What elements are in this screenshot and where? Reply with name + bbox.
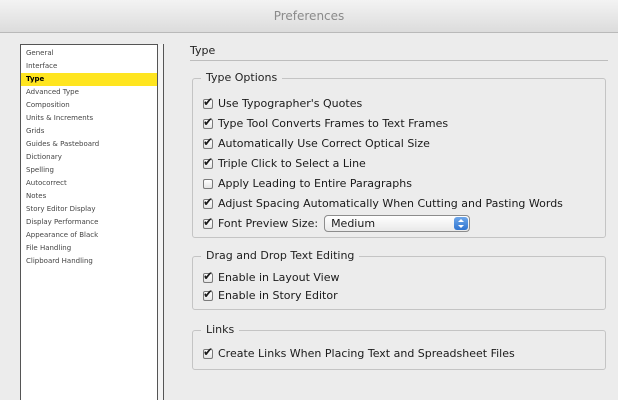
sidebar-item-composition[interactable]: Composition bbox=[21, 99, 157, 112]
triple-click-checkbox[interactable] bbox=[203, 155, 213, 169]
typographers-quotes-option[interactable]: Use Typographer's Quotes bbox=[203, 95, 363, 110]
triple-click-label: Triple Click to Select a Line bbox=[218, 157, 366, 170]
preferences-category-list[interactable]: General Interface Type Advanced Type Com… bbox=[20, 44, 158, 400]
adjust-spacing-label: Adjust Spacing Automatically When Cuttin… bbox=[218, 197, 563, 210]
sidebar-item-file-handling[interactable]: File Handling bbox=[21, 242, 157, 255]
typographers-quotes-label: Use Typographer's Quotes bbox=[218, 97, 363, 110]
enable-story-editor-label: Enable in Story Editor bbox=[218, 289, 338, 302]
type-tool-converts-label: Type Tool Converts Frames to Text Frames bbox=[218, 117, 449, 130]
enable-layout-view-option[interactable]: Enable in Layout View bbox=[203, 269, 340, 284]
category-list-scrollbar[interactable] bbox=[158, 44, 164, 400]
font-preview-size-label: Font Preview Size: bbox=[218, 217, 319, 230]
type-tool-converts-option[interactable]: Type Tool Converts Frames to Text Frames bbox=[203, 115, 449, 130]
apply-leading-option[interactable]: Apply Leading to Entire Paragraphs bbox=[203, 177, 412, 190]
links-legend: Links bbox=[201, 323, 240, 336]
panel-title-divider bbox=[190, 60, 608, 61]
font-preview-size-option[interactable]: Font Preview Size: Medium bbox=[203, 215, 471, 232]
panel-title: Type bbox=[190, 44, 216, 57]
sidebar-item-general[interactable]: General bbox=[21, 47, 157, 60]
enable-story-editor-checkbox[interactable] bbox=[203, 287, 213, 301]
sidebar-item-notes[interactable]: Notes bbox=[21, 190, 157, 203]
enable-story-editor-option[interactable]: Enable in Story Editor bbox=[203, 287, 338, 302]
create-links-option[interactable]: Create Links When Placing Text and Sprea… bbox=[203, 345, 515, 360]
create-links-checkbox[interactable] bbox=[203, 345, 213, 359]
drag-drop-legend: Drag and Drop Text Editing bbox=[201, 249, 360, 262]
sidebar-item-grids[interactable]: Grids bbox=[21, 125, 157, 138]
optical-size-checkbox[interactable] bbox=[203, 135, 213, 149]
type-tool-converts-checkbox[interactable] bbox=[203, 115, 213, 129]
sidebar-item-guides-pasteboard[interactable]: Guides & Pasteboard bbox=[21, 138, 157, 151]
font-preview-size-value: Medium bbox=[331, 217, 376, 230]
window-titlebar: Preferences bbox=[0, 0, 618, 33]
font-preview-size-checkbox[interactable] bbox=[203, 215, 213, 229]
sidebar-item-autocorrect[interactable]: Autocorrect bbox=[21, 177, 157, 190]
select-arrows-icon bbox=[454, 217, 469, 230]
create-links-label: Create Links When Placing Text and Sprea… bbox=[218, 347, 515, 360]
optical-size-option[interactable]: Automatically Use Correct Optical Size bbox=[203, 135, 430, 150]
sidebar-item-advanced-type[interactable]: Advanced Type bbox=[21, 86, 157, 99]
sidebar-item-clipboard-handling[interactable]: Clipboard Handling bbox=[21, 255, 157, 268]
drag-drop-group: Drag and Drop Text Editing Enable in Lay… bbox=[192, 249, 606, 310]
adjust-spacing-checkbox[interactable] bbox=[203, 195, 213, 209]
typographers-quotes-checkbox[interactable] bbox=[203, 95, 213, 109]
type-options-group: Type Options Use Typographer's Quotes Ty… bbox=[192, 71, 606, 238]
apply-leading-checkbox[interactable] bbox=[203, 178, 213, 189]
sidebar-item-dictionary[interactable]: Dictionary bbox=[21, 151, 157, 164]
triple-click-option[interactable]: Triple Click to Select a Line bbox=[203, 155, 366, 170]
sidebar-item-type[interactable]: Type bbox=[21, 73, 157, 86]
sidebar-item-interface[interactable]: Interface bbox=[21, 60, 157, 73]
sidebar-item-display-performance[interactable]: Display Performance bbox=[21, 216, 157, 229]
window-title: Preferences bbox=[273, 9, 345, 23]
sidebar-item-spelling[interactable]: Spelling bbox=[21, 164, 157, 177]
sidebar-item-story-editor-display[interactable]: Story Editor Display bbox=[21, 203, 157, 216]
sidebar-item-units-increments[interactable]: Units & Increments bbox=[21, 112, 157, 125]
optical-size-label: Automatically Use Correct Optical Size bbox=[218, 137, 430, 150]
apply-leading-label: Apply Leading to Entire Paragraphs bbox=[218, 177, 412, 190]
sidebar-item-appearance-of-black[interactable]: Appearance of Black bbox=[21, 229, 157, 242]
links-group: Links Create Links When Placing Text and… bbox=[192, 323, 606, 370]
enable-layout-view-label: Enable in Layout View bbox=[218, 271, 340, 284]
type-options-legend: Type Options bbox=[201, 71, 283, 84]
enable-layout-view-checkbox[interactable] bbox=[203, 269, 213, 283]
adjust-spacing-option[interactable]: Adjust Spacing Automatically When Cuttin… bbox=[203, 195, 563, 210]
font-preview-size-select[interactable]: Medium bbox=[324, 215, 471, 232]
